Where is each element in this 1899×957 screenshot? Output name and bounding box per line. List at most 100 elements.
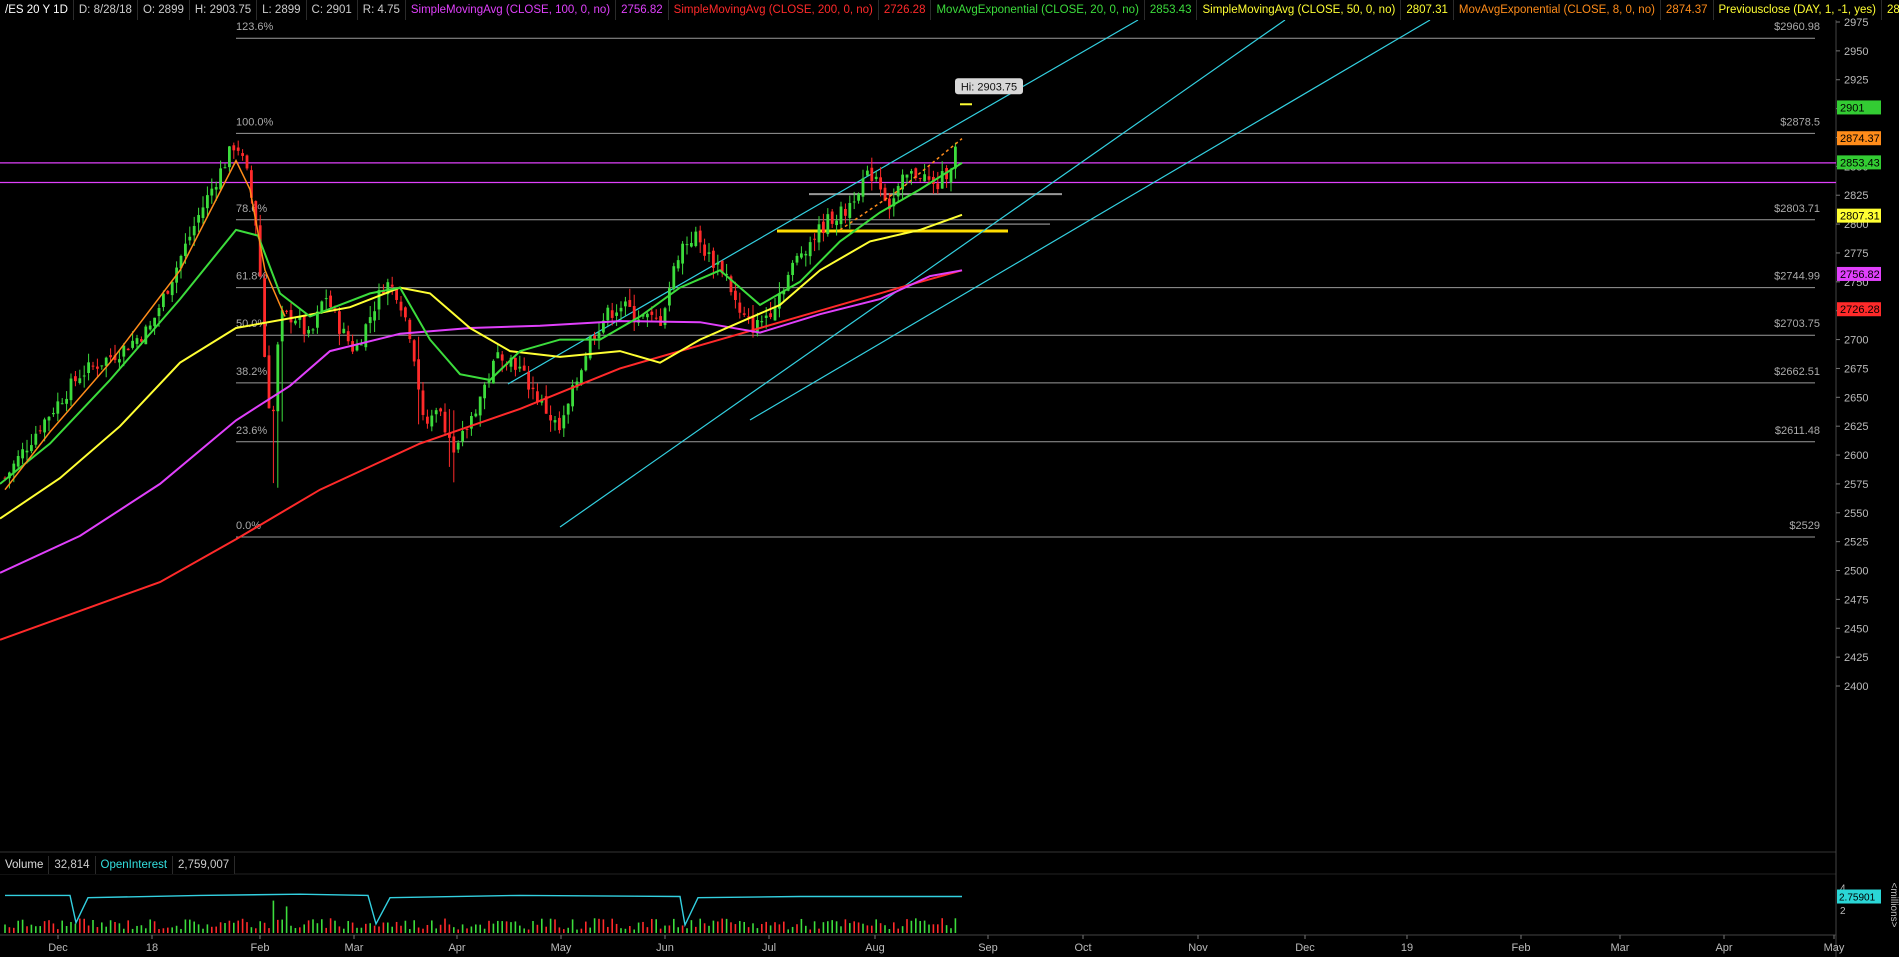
- candle-body: [597, 332, 601, 339]
- time-tick-label: 18: [146, 942, 158, 954]
- candle-body: [52, 412, 55, 415]
- time-tick-label: Feb: [251, 942, 270, 954]
- candle-body: [430, 415, 434, 427]
- candle-body: [307, 329, 310, 334]
- candle-body: [839, 206, 843, 225]
- candle-body: [285, 310, 288, 312]
- candle-body: [848, 203, 852, 218]
- header-item-8: 2756.82: [616, 0, 669, 20]
- candle-body: [514, 357, 517, 370]
- candle-body: [549, 415, 552, 421]
- volume-header-item-2: OpenInterest: [96, 856, 174, 874]
- time-tick-label: Aug: [865, 942, 885, 954]
- volume-header: Volume 32,814 OpenInterest 2,759,007: [0, 856, 236, 874]
- candle-body: [852, 201, 856, 203]
- candle-body: [808, 242, 812, 257]
- fib-price-label: $2744.99: [1774, 271, 1820, 283]
- candle-body: [47, 416, 51, 421]
- candle-body: [879, 177, 882, 190]
- candle-body: [615, 312, 618, 316]
- candle-body: [822, 221, 825, 234]
- candle-body: [21, 449, 24, 459]
- candle-body: [377, 290, 381, 310]
- candle-body: [206, 195, 209, 209]
- candle-body: [927, 176, 931, 180]
- candle-body: [690, 242, 693, 247]
- candle-body: [857, 193, 860, 201]
- candle-body: [280, 310, 284, 342]
- candle-body: [522, 365, 526, 371]
- price-tick-label: 2700: [1844, 335, 1868, 347]
- candle-body: [373, 311, 376, 321]
- candle-body: [390, 284, 394, 287]
- chart-background: [0, 0, 1899, 957]
- header-item-15: MovAvgExponential (CLOSE, 8, 0, no): [1454, 0, 1661, 20]
- header-item-13: SimpleMovingAvg (CLOSE, 50, 0, no): [1197, 0, 1402, 20]
- header-item-7: SimpleMovingAvg (CLOSE, 100, 0, no): [406, 0, 617, 20]
- time-tick-label: Mar: [345, 942, 364, 954]
- price-tick-label: 2550: [1844, 508, 1868, 520]
- candle-body: [500, 354, 504, 361]
- candle-body: [918, 177, 922, 179]
- candle-body: [584, 356, 588, 371]
- candle-body: [214, 187, 218, 190]
- candle-body: [527, 371, 530, 390]
- price-badge-label: 2853.43: [1840, 157, 1880, 169]
- candle-body: [82, 375, 86, 377]
- candle-body: [34, 433, 38, 445]
- candle-body: [131, 340, 134, 348]
- time-tick-label: Feb: [1512, 942, 1531, 954]
- candle-body: [157, 308, 161, 317]
- candle-body: [162, 293, 165, 308]
- candle-body: [78, 378, 82, 383]
- price-tick-label: 2425: [1844, 652, 1868, 664]
- candle-body: [936, 183, 940, 190]
- price-tick-label: 2600: [1844, 450, 1868, 462]
- candle-body: [412, 340, 416, 362]
- time-tick-label: Sep: [978, 942, 998, 954]
- candle-body: [25, 450, 29, 453]
- candle-body: [672, 266, 676, 290]
- candle-body: [439, 408, 442, 412]
- candle-body: [166, 290, 170, 294]
- candle-body: [553, 420, 557, 423]
- candle-body: [518, 366, 522, 369]
- candle-body: [289, 310, 293, 323]
- header-item-10: 2726.28: [879, 0, 932, 20]
- candle-body: [188, 236, 192, 241]
- fib-percent-label: 123.6%: [236, 21, 274, 33]
- candle-body: [461, 430, 464, 442]
- price-tick-label: 2450: [1844, 623, 1868, 635]
- candle-body: [764, 315, 768, 318]
- candle-body: [795, 255, 799, 263]
- candle-body: [707, 252, 711, 254]
- header-item-12: 2853.43: [1145, 0, 1198, 20]
- price-chart[interactable]: 2975295029252900287528502825280027752750…: [0, 0, 1899, 957]
- candle-body: [184, 243, 187, 256]
- candle-body: [949, 169, 953, 183]
- candle-body: [399, 301, 403, 311]
- price-tick-label: 2775: [1844, 248, 1868, 260]
- candle-body: [954, 146, 957, 169]
- fib-percent-label: 61.8%: [236, 271, 267, 283]
- fib-price-label: $2529: [1789, 520, 1820, 532]
- candle-body: [861, 178, 865, 197]
- time-tick-label: Mar: [1611, 942, 1630, 954]
- price-tick-label: 2400: [1844, 681, 1868, 693]
- candle-body: [91, 365, 95, 367]
- header-item-18: 2899.25: [1882, 0, 1899, 20]
- candle-body: [694, 231, 698, 246]
- candle-body: [478, 396, 482, 416]
- candle-body: [536, 391, 539, 402]
- study-header: /ES 20 Y 1D D: 8/28/18 O: 2899 H: 2903.75 L:…: [0, 0, 1899, 20]
- candle-body: [122, 345, 126, 357]
- fib-percent-label: 23.6%: [236, 425, 267, 437]
- candle-body: [628, 300, 632, 307]
- header-item-9: SimpleMovingAvg (CLOSE, 200, 0, no): [669, 0, 879, 20]
- price-tick-label: 2950: [1844, 46, 1868, 58]
- volume-header-item-0: Volume: [0, 856, 50, 874]
- candle-body: [263, 278, 266, 357]
- time-tick-label: Dec: [1295, 942, 1315, 954]
- candle-body: [272, 409, 275, 412]
- candle-body: [434, 410, 438, 415]
